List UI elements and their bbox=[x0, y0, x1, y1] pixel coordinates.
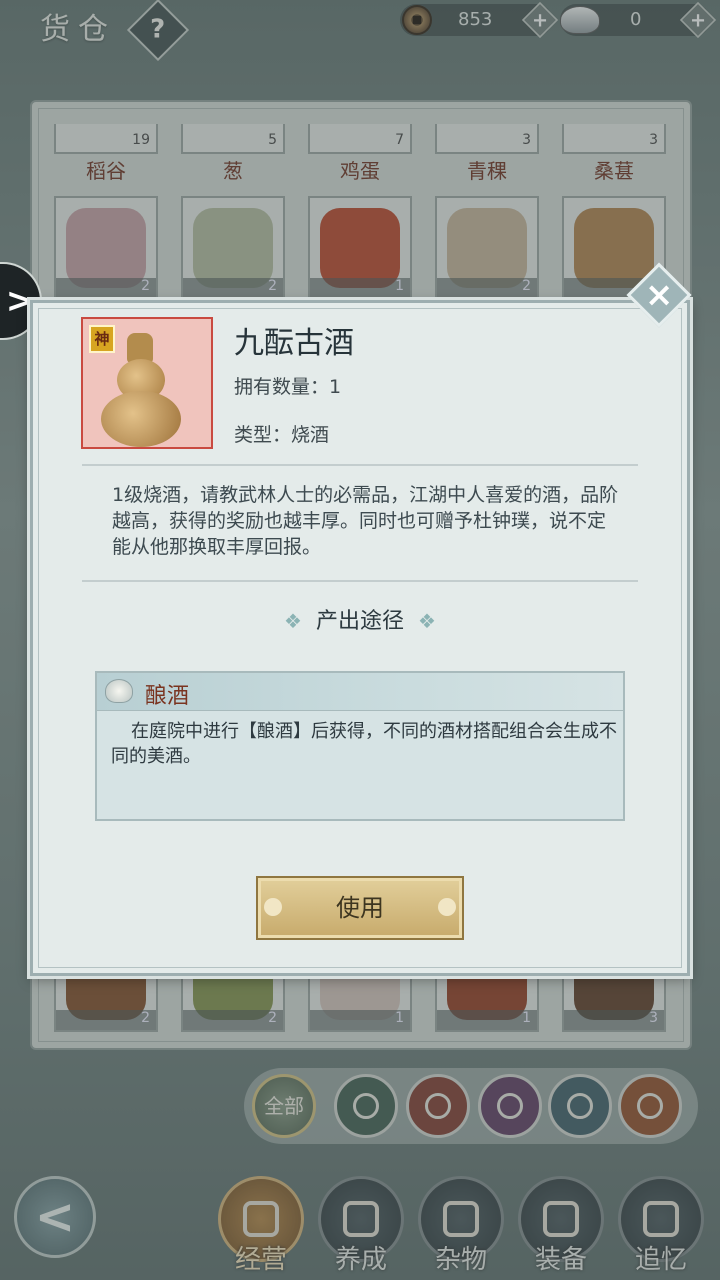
source-card-header: 酿酒 bbox=[97, 673, 623, 711]
divider bbox=[82, 464, 638, 466]
section-title: 产出途径 bbox=[315, 609, 404, 634]
item-description: 1级烧酒，请教武林人士的必需品，江湖中人喜爱的酒，品阶越高，获得的奖励也越丰厚。… bbox=[112, 484, 619, 558]
flower-ornament-icon bbox=[264, 898, 282, 916]
flower-ornament-icon bbox=[438, 898, 456, 916]
item-image: 神 bbox=[81, 317, 213, 449]
gourd-body-lower bbox=[101, 391, 181, 447]
close-icon: × bbox=[644, 275, 674, 315]
lotus-icon bbox=[105, 679, 133, 703]
use-button[interactable]: 使用 bbox=[256, 876, 464, 940]
diamond-ornament-icon: ❖ bbox=[418, 609, 436, 633]
item-count-text: 拥有数量：1 bbox=[234, 376, 342, 398]
diamond-ornament-icon: ❖ bbox=[284, 609, 302, 633]
use-button-label: 使用 bbox=[336, 894, 384, 922]
divider bbox=[82, 580, 638, 582]
source-title: 酿酒 bbox=[145, 684, 190, 709]
section-heading: ❖ 产出途径 ❖ bbox=[0, 603, 720, 635]
item-type-text: 类型：烧酒 bbox=[234, 424, 330, 446]
item-name: 九酝古酒 bbox=[234, 326, 354, 361]
source-card[interactable]: 酿酒 在庭院中进行【酿酒】后获得，不同的酒材搭配组合会生成不同的美酒。 bbox=[95, 671, 625, 821]
item-grade-badge: 神 bbox=[89, 325, 115, 353]
source-description: 在庭院中进行【酿酒】后获得，不同的酒材搭配组合会生成不同的美酒。 bbox=[111, 721, 617, 767]
